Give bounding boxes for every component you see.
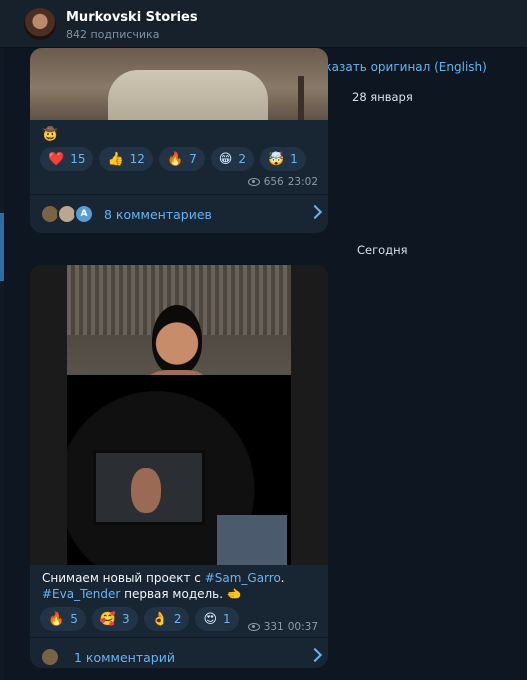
reaction-count: 12 (129, 152, 145, 166)
photo-subject (131, 468, 161, 513)
hashtag-link[interactable]: #Eva_Tender (42, 587, 120, 601)
post-photo[interactable] (30, 48, 328, 120)
reaction-count: 2 (238, 152, 246, 166)
reaction-count: 1 (290, 152, 298, 166)
channel-title: Murkovski Stories (66, 10, 198, 25)
reaction-chip[interactable]: 👌 2 (143, 607, 190, 631)
show-original-label: Показать оригинал (English) (308, 60, 487, 74)
views-icon (247, 178, 260, 186)
commenter-avatar (40, 647, 60, 667)
views-count: 656 (263, 176, 284, 188)
comments-button[interactable]: A 8 комментариев (30, 195, 328, 233)
views-icon (247, 623, 260, 631)
commenter-avatar: A (74, 204, 94, 224)
reaction-count: 5 (70, 612, 78, 626)
reaction-emoji: 😍 (203, 611, 218, 627)
reaction-chip[interactable]: 👍 12 (99, 147, 153, 171)
reaction-emoji: 🤯 (267, 151, 285, 167)
reaction-count: 3 (122, 612, 130, 626)
reaction-count: 15 (70, 152, 86, 166)
reaction-emoji: 😁 (218, 151, 233, 167)
chevron-right-icon (307, 647, 323, 663)
message-meta: 331 00:37 (247, 621, 318, 633)
reaction-emoji: 👍 (107, 151, 124, 167)
photo-subject (108, 70, 268, 120)
photo-content (67, 265, 291, 565)
chevron-right-icon (307, 204, 323, 220)
reaction-chip[interactable]: 🥰 3 (91, 607, 138, 631)
caption-text: первая модель. (120, 587, 227, 601)
reaction-chip[interactable]: 🔥 7 (158, 147, 205, 171)
photo-detail (217, 515, 287, 565)
reactions-bar: ❤️ 15 👍 12 🔥 7 😁 2 🤯 1 (40, 147, 306, 171)
reaction-emoji: ❤️ (48, 151, 65, 167)
photo-camera-screen (93, 450, 205, 525)
message-bubble[interactable]: 🤠 ❤️ 15 👍 12 🔥 7 😁 2 🤯 1 656 23:02 A 8 к… (30, 48, 328, 233)
reaction-emoji: 🥰 (99, 611, 117, 627)
post-emoji: 🤠 (42, 127, 59, 142)
post-caption: Снимаем новый проект с #Sam_Garro. #Eva_… (42, 570, 317, 602)
channel-header[interactable]: Murkovski Stories 842 подписчика (0, 0, 527, 48)
reaction-count: 1 (223, 612, 231, 626)
photo-detail (298, 76, 304, 120)
reaction-chip[interactable]: 🔥 5 (40, 607, 86, 631)
reaction-emoji: 👌 (151, 611, 168, 627)
caption-text: . (280, 571, 285, 585)
reaction-emoji: 🔥 (48, 611, 65, 627)
message-meta: 656 23:02 (247, 176, 318, 188)
comments-label: 8 комментариев (104, 207, 212, 222)
reactions-bar: 🔥 5 🥰 3 👌 2 😍 1 (40, 607, 239, 631)
subscriber-count: 842 подписчика (66, 28, 160, 41)
reaction-chip[interactable]: 🤯 1 (259, 147, 306, 171)
message-time: 23:02 (287, 176, 318, 188)
message-time: 00:37 (287, 621, 318, 633)
caption-text: Снимаем новый проект с (42, 571, 205, 585)
reaction-count: 2 (173, 612, 182, 626)
caption-emoji: 🫲 (226, 587, 242, 601)
comments-button[interactable]: 1 комментарий (30, 638, 328, 668)
date-separator: Сегодня (357, 243, 408, 257)
message-bubble[interactable]: Снимаем новый проект с #Sam_Garro. #Eva_… (30, 265, 328, 668)
reaction-chip[interactable]: ❤️ 15 (40, 147, 94, 171)
comments-label: 1 комментарий (74, 650, 175, 665)
reaction-emoji: 🔥 (166, 151, 184, 167)
post-photo[interactable] (30, 265, 328, 565)
channel-avatar[interactable] (24, 8, 56, 40)
hashtag-link[interactable]: #Sam_Garro (205, 571, 281, 585)
active-indicator (0, 213, 4, 281)
reaction-count: 7 (189, 152, 197, 166)
views-count: 331 (263, 621, 284, 633)
date-separator: 28 января (352, 90, 413, 104)
reaction-chip[interactable]: 😍 1 (195, 607, 239, 631)
photo-subject (152, 305, 202, 375)
reaction-chip[interactable]: 😁 2 (210, 147, 254, 171)
left-strip (0, 48, 4, 680)
